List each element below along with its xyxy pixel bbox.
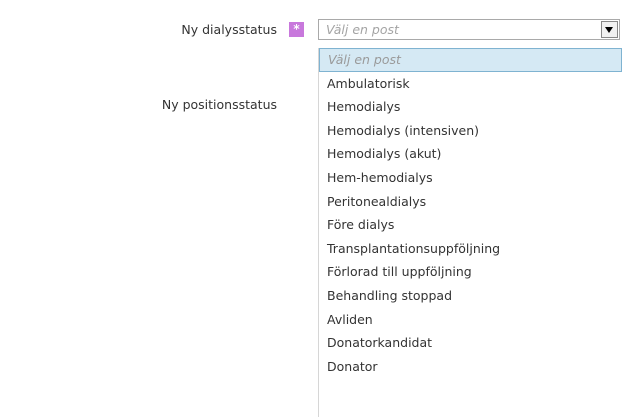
- dialysis-status-label: Ny dialysstatus: [181, 22, 277, 37]
- dropdown-option-hemodialys-intensiven[interactable]: Hemodialys (intensiven): [319, 119, 622, 143]
- select-current-value: Välj en post: [326, 22, 399, 37]
- position-status-label: Ny positionsstatus: [161, 97, 277, 112]
- dropdown-option-hem-hemodialys[interactable]: Hem-hemodialys: [319, 166, 622, 190]
- dropdown-option-behandling-stoppad[interactable]: Behandling stoppad: [319, 284, 622, 308]
- dropdown-option-fore-dialys[interactable]: Före dialys: [319, 213, 622, 237]
- dropdown-option-ambulatorisk[interactable]: Ambulatorisk: [319, 72, 622, 96]
- dropdown-option-hemodialys[interactable]: Hemodialys: [319, 95, 622, 119]
- dropdown-option-forlorad-till-uppfoljning[interactable]: Förlorad till uppföljning: [319, 260, 622, 284]
- dialysis-status-select[interactable]: Välj en post: [318, 19, 620, 40]
- dropdown-option-placeholder[interactable]: Välj en post: [319, 48, 622, 72]
- dropdown-option-transplantationsuppfoljning[interactable]: Transplantationsuppföljning: [319, 237, 622, 261]
- dropdown-option-peritonealdialys[interactable]: Peritonealdialys: [319, 190, 622, 214]
- dropdown-option-avliden[interactable]: Avliden: [319, 308, 622, 332]
- dialysis-status-dropdown-list: Välj en post Ambulatorisk Hemodialys Hem…: [318, 48, 622, 417]
- dropdown-arrow-icon[interactable]: [601, 21, 618, 38]
- dropdown-option-donator[interactable]: Donator: [319, 355, 622, 379]
- required-asterisk-icon: *: [289, 22, 304, 37]
- dropdown-option-donatorkandidat[interactable]: Donatorkandidat: [319, 331, 622, 355]
- dropdown-option-hemodialys-akut[interactable]: Hemodialys (akut): [319, 142, 622, 166]
